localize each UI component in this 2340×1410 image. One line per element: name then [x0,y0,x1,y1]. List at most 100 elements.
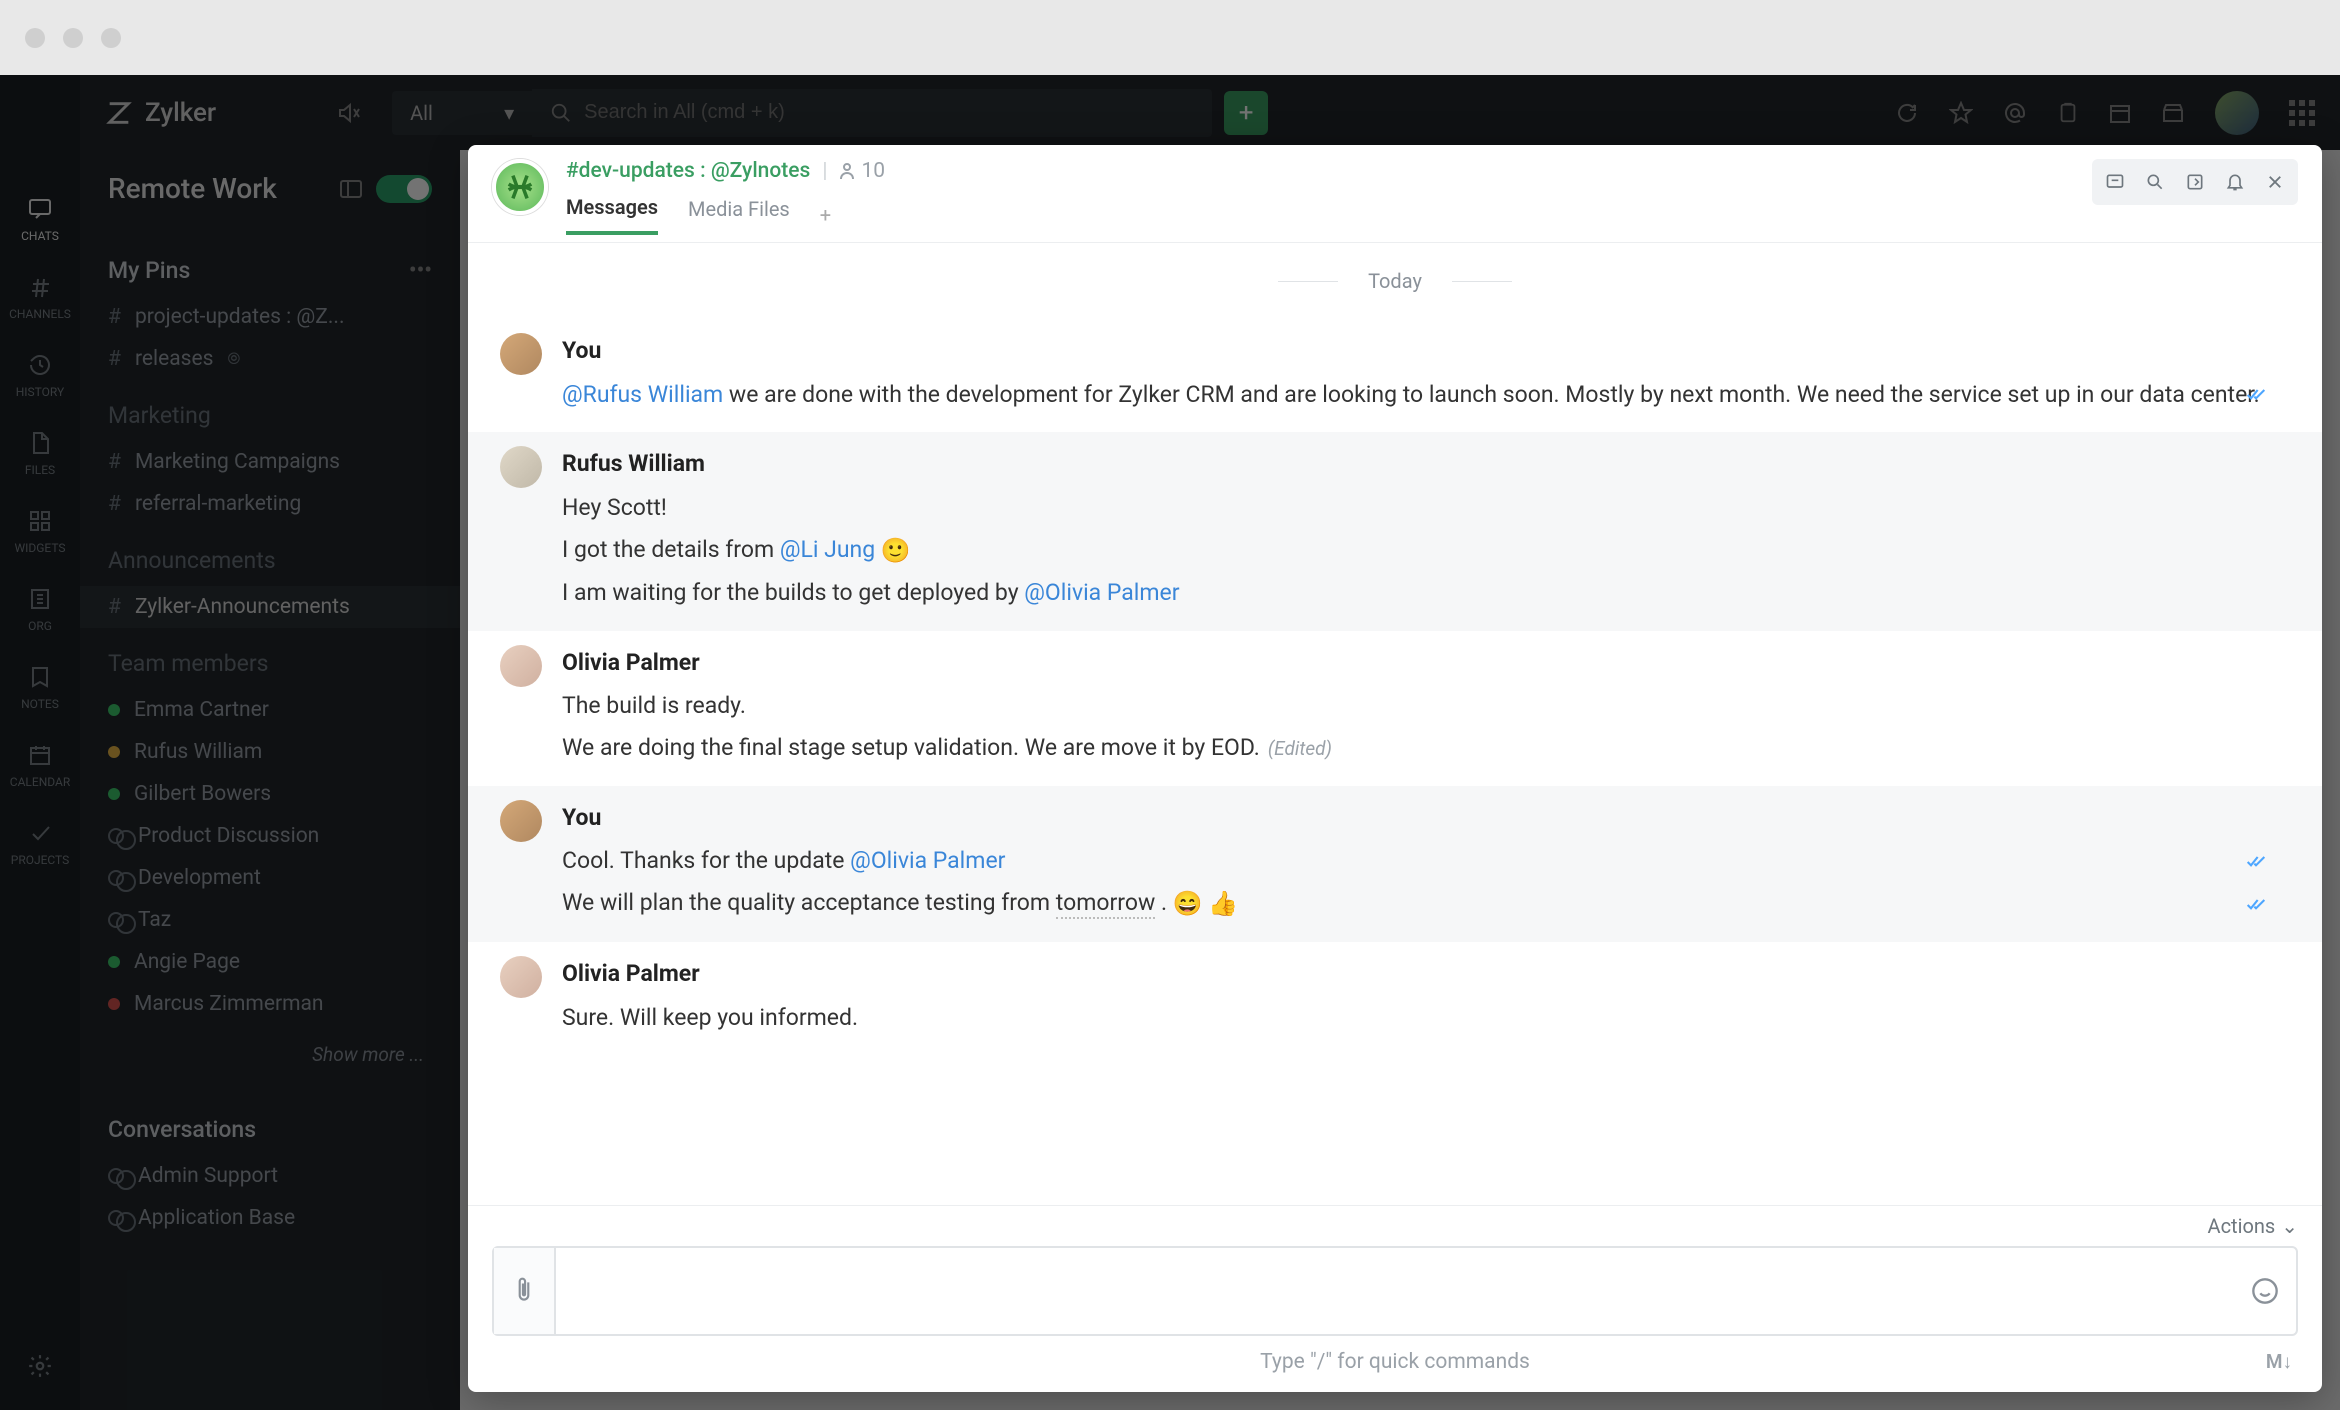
sidebar-conversation-item[interactable]: Application Base [108,1197,432,1239]
rail-history[interactable]: HISTORY [16,351,65,399]
team-section-title[interactable]: Team members [108,650,432,677]
star-icon[interactable] [1949,101,1973,125]
rail-files-label: FILES [25,463,55,477]
brand-name: Zylker [145,98,216,128]
chat-close-icon[interactable] [2256,163,2294,201]
message-avatar[interactable] [500,446,542,488]
widgets-icon [26,507,54,535]
sidebar-pin-item[interactable]: #releases⦾ [108,338,432,380]
chat-bell-icon[interactable] [2216,163,2254,201]
mention[interactable]: @Olivia Palmer [850,847,1005,874]
message-input[interactable] [556,1248,2234,1334]
chat-pin-icon[interactable] [2096,163,2134,201]
status-dot-icon [108,704,120,716]
more-dots-icon[interactable]: ••• [409,258,432,283]
actions-dropdown[interactable]: Actions ⌄ [468,1206,2322,1246]
window-close-dot[interactable] [25,28,45,48]
tab-add-button[interactable]: + [820,203,831,227]
user-avatar[interactable] [2215,91,2259,135]
rail-settings[interactable] [26,1352,54,1380]
rail-org[interactable]: ORG [26,585,54,633]
status-dot-icon [108,746,120,758]
sidebar-team-item[interactable]: Rufus William [108,731,432,773]
store-icon[interactable] [2161,102,2185,124]
chat-popout-icon[interactable] [2176,163,2214,201]
tab-media-files[interactable]: Media Files [688,197,790,233]
search-box[interactable] [532,89,1212,137]
chevron-down-icon: ⌄ [2281,1214,2298,1238]
remote-toggle[interactable] [376,175,432,203]
message-avatar[interactable] [500,800,542,842]
rail-projects[interactable]: PROJECTS [11,819,70,867]
sidebar-team-item[interactable]: Product Discussion [108,815,432,857]
message-text: @Rufus William we are done with the deve… [562,377,2290,413]
history-icon [26,351,54,379]
apps-grid-icon[interactable] [2289,100,2315,126]
sidebar-team-item[interactable]: Emma Cartner [108,689,432,731]
sidebar-marketing-item[interactable]: #referral-marketing [108,483,432,525]
brand[interactable]: Zylker [105,98,216,128]
mention[interactable]: @Olivia Palmer [1024,579,1179,606]
pins-section-title[interactable]: My Pins ••• [108,257,432,284]
sidebar-announcement-item[interactable]: #Zylker-Announcements [80,586,460,628]
message-text: Hey Scott! [562,490,2290,526]
message: Rufus WilliamHey Scott!I got the details… [468,432,2322,630]
sidebar-team-item[interactable]: Development [108,857,432,899]
message-avatar[interactable] [500,956,542,998]
calendar-top-icon[interactable] [2109,102,2131,124]
marketing-section-title[interactable]: Marketing [108,402,432,429]
at-icon[interactable] [2003,101,2027,125]
rail-projects-label: PROJECTS [11,853,70,867]
chat-search-icon[interactable] [2136,163,2174,201]
message: You@Rufus William we are done with the d… [468,319,2322,432]
sidebar-conversation-item[interactable]: Admin Support [108,1155,432,1197]
org-icon [26,585,54,613]
mention[interactable]: @Rufus William [562,381,723,408]
refresh-icon[interactable] [1895,101,1919,125]
emoji-picker-button[interactable] [2234,1248,2296,1334]
sidebar-team-item[interactable]: Gilbert Bowers [108,773,432,815]
rail-notes[interactable]: NOTES [21,663,59,711]
rail-files[interactable]: FILES [25,429,55,477]
chat-icon [26,195,54,223]
sidebar-pin-item[interactable]: #project-updates : @Z... [108,296,432,338]
sidebar-team-item[interactable]: Angie Page [108,941,432,983]
mention[interactable]: @Li Jung [780,536,875,563]
channel-name[interactable]: #dev-updates : @Zylnotes [566,159,810,183]
read-ticks-icon [2246,855,2266,869]
add-button[interactable]: + [1224,91,1268,135]
status-dot-icon [108,956,120,968]
conversations-section-title[interactable]: Conversations [108,1116,432,1143]
search-input[interactable] [584,101,1194,124]
window-zoom-dot[interactable] [101,28,121,48]
chat-bottom: Actions ⌄ Type "/" for quick commands M↓ [468,1205,2322,1392]
emoji-icon: 🙂 [881,536,911,564]
emoji-icon: 👍 [1208,889,1238,917]
message-text: Sure. Will keep you informed. [562,1000,2290,1036]
panel-icon[interactable] [340,180,362,198]
announcements-section-title[interactable]: Announcements [108,547,432,574]
sidebar-title: Remote Work [108,172,277,205]
attach-button[interactable] [494,1248,556,1334]
rail-widgets[interactable]: WIDGETS [14,507,65,555]
sidebar-team-item[interactable]: Taz [108,899,432,941]
message-avatar[interactable] [500,333,542,375]
rail-channels[interactable]: CHANNELS [9,273,71,321]
member-count[interactable]: 10 [839,159,885,183]
tab-messages[interactable]: Messages [566,195,658,235]
show-more-link[interactable]: Show more ... [80,1033,460,1086]
markdown-badge[interactable]: M↓ [2266,1350,2292,1374]
top-actions [1895,91,2315,135]
speaker-mute-icon[interactable] [336,101,362,125]
sidebar-team-item[interactable]: Marcus Zimmerman [108,983,432,1025]
clipboard-icon[interactable] [2057,101,2079,125]
emoji-icon: 😄 [1173,889,1203,917]
message-avatar[interactable] [500,645,542,687]
app-root: CHATS CHANNELS HISTORY FILES WIDGETS ORG… [0,75,2340,1410]
window-minimize-dot[interactable] [63,28,83,48]
search-scope-select[interactable]: All ▾ [392,91,532,135]
composer-hint-row: Type "/" for quick commands M↓ [468,1350,2322,1392]
rail-calendar[interactable]: CALENDAR [10,741,70,789]
sidebar-marketing-item[interactable]: #Marketing Campaigns [108,441,432,483]
rail-chats[interactable]: CHATS [21,195,59,243]
